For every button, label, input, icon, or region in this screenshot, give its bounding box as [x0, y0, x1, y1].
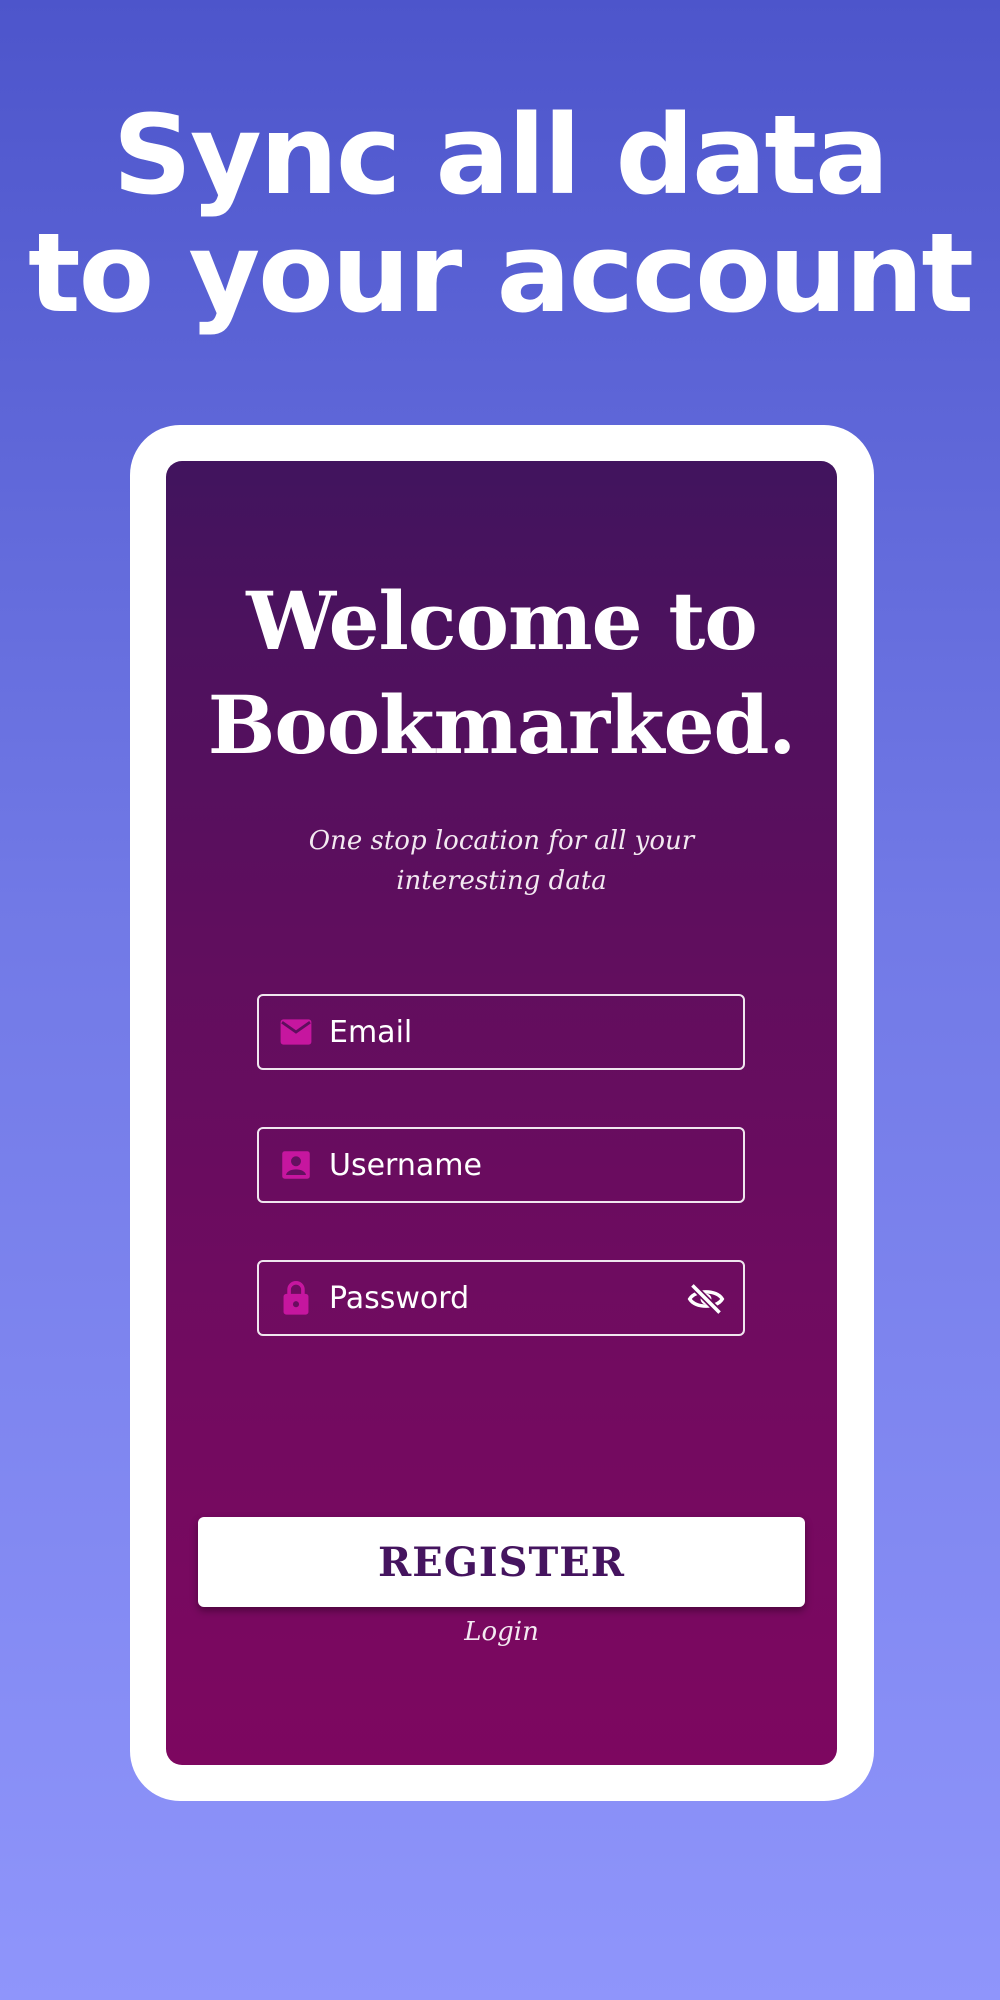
email-field[interactable]: Email — [257, 994, 745, 1070]
app-screen: Welcome to Bookmarked. One stop location… — [166, 461, 837, 1765]
welcome-title: Welcome to Bookmarked. — [166, 569, 837, 777]
mail-icon — [279, 1015, 313, 1049]
email-placeholder: Email — [329, 1014, 413, 1050]
promo-headline-line1: Sync all data — [112, 91, 889, 219]
welcome-title-line2: Bookmarked. — [207, 678, 797, 772]
promo-headline: Sync all data to your account — [0, 96, 1000, 332]
tagline-line1: One stop location for all your — [308, 826, 695, 856]
register-button[interactable]: REGISTER — [198, 1517, 805, 1607]
username-placeholder: Username — [329, 1147, 482, 1183]
phone-frame: Welcome to Bookmarked. One stop location… — [130, 425, 874, 1801]
account-box-icon — [279, 1148, 313, 1182]
login-link[interactable]: Login — [166, 1617, 837, 1647]
lock-icon — [279, 1280, 313, 1315]
password-placeholder: Password — [329, 1280, 470, 1316]
welcome-title-line1: Welcome to — [246, 574, 757, 668]
eye-off-icon[interactable] — [687, 1282, 725, 1316]
tagline-line2: interesting data — [396, 866, 607, 896]
username-field[interactable]: Username — [257, 1127, 745, 1203]
tagline: One stop location for all your interesti… — [166, 821, 837, 901]
promo-headline-line2: to your account — [28, 209, 974, 337]
password-field[interactable]: Password — [257, 1260, 745, 1336]
